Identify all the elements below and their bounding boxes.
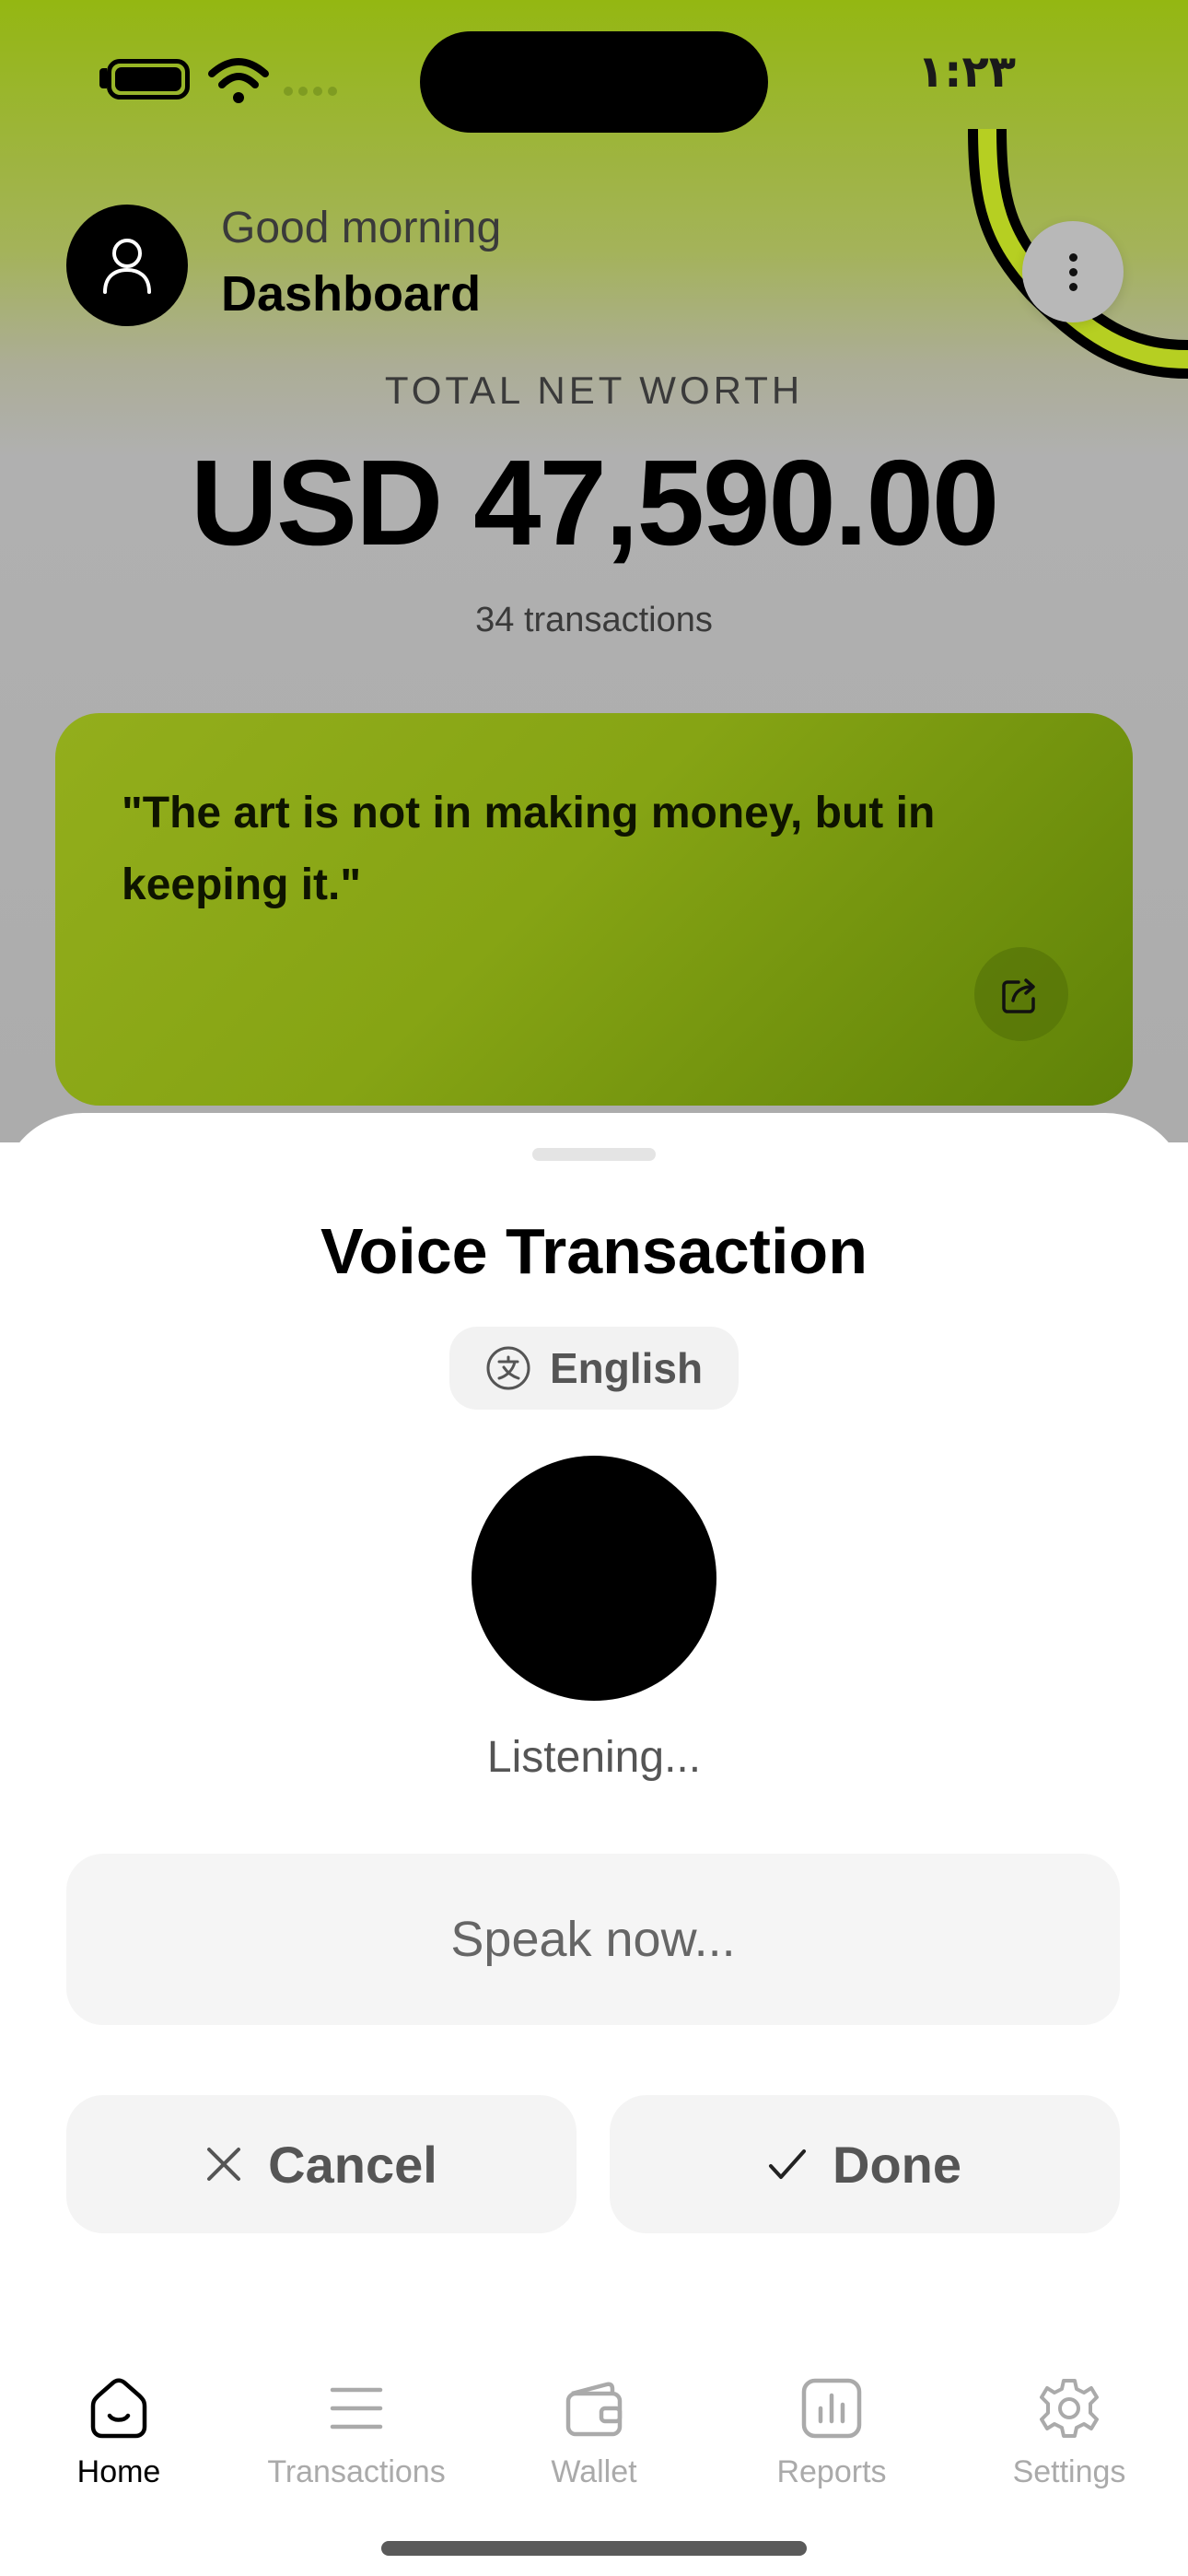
status-time: ١:٢٣ (917, 46, 1017, 98)
tab-transactions[interactable]: Transactions (238, 2366, 475, 2532)
home-icon (90, 2378, 147, 2439)
cancel-label: Cancel (268, 2135, 437, 2194)
page-title: Dashboard (221, 266, 482, 322)
sheet-title: Voice Transaction (320, 1215, 868, 1287)
done-label: Done (833, 2135, 961, 2194)
language-selector[interactable]: English (449, 1327, 739, 1410)
voice-record-indicator[interactable] (472, 1456, 716, 1701)
avatar[interactable] (66, 205, 188, 326)
chart-icon (801, 2378, 862, 2439)
speech-transcript-field[interactable]: Speak now... (66, 1854, 1120, 2025)
net-worth-value: USD 47,590.00 (190, 435, 1000, 570)
tab-label: Settings (1012, 2454, 1126, 2489)
language-label: English (549, 1344, 704, 1392)
tab-label: Reports (776, 2454, 887, 2489)
tab-home[interactable]: Home (0, 2366, 238, 2532)
wallet-icon (565, 2382, 623, 2437)
speech-placeholder: Speak now... (450, 1912, 736, 1967)
sheet-grabber[interactable] (532, 1148, 656, 1161)
translate-icon (486, 1346, 530, 1390)
share-button[interactable] (974, 947, 1068, 1041)
cellular-signal-icon (284, 87, 337, 96)
done-button[interactable]: Done (610, 2095, 1120, 2233)
gear-icon (1040, 2379, 1099, 2438)
voice-transaction-sheet: Voice Transaction English Listening... S… (0, 1113, 1188, 2576)
user-icon (103, 239, 151, 294)
cancel-button[interactable]: Cancel (66, 2095, 577, 2233)
list-icon (330, 2387, 383, 2430)
tab-label: Transactions (267, 2454, 446, 2489)
transaction-count: 34 transactions (475, 601, 713, 639)
quote-text: "The art is not in making money, but in … (122, 789, 936, 909)
home-indicator (381, 2541, 807, 2556)
net-worth-label: TOTAL NET WORTH (384, 369, 804, 412)
battery-cap (99, 68, 107, 88)
wifi-icon (208, 58, 269, 103)
tab-label: Home (76, 2454, 161, 2489)
listening-status: Listening... (486, 1733, 702, 1782)
tab-settings[interactable]: Settings (950, 2366, 1188, 2532)
quote-card: "The art is not in making money, but in … (55, 713, 1133, 1106)
more-vertical-icon (1068, 252, 1077, 262)
dynamic-island (420, 31, 768, 133)
more-menu-button[interactable] (1022, 221, 1124, 322)
close-icon (207, 2148, 241, 2181)
share-icon (1002, 978, 1035, 1013)
tab-bar: Home Transactions Wallet Reports Setting… (0, 2366, 1188, 2550)
tab-wallet[interactable]: Wallet (475, 2366, 713, 2532)
tab-label: Wallet (551, 2454, 637, 2489)
battery-icon (107, 59, 190, 100)
tab-reports[interactable]: Reports (713, 2366, 950, 2532)
greeting-text: Good morning (221, 204, 502, 252)
checkmark-icon (769, 2149, 806, 2179)
